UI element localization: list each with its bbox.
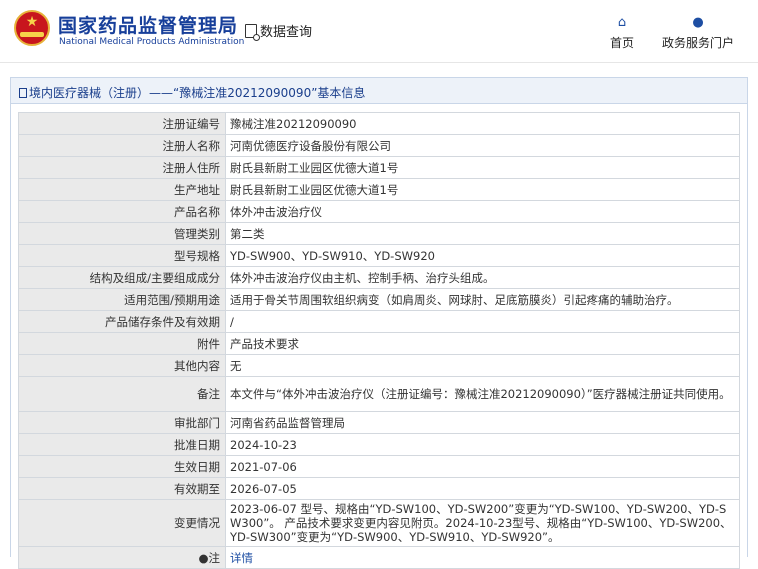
field-label: 生产地址 xyxy=(18,178,226,201)
table-row: 变更情况 2023-06-07 型号、规格由“YD-SW100、YD-SW200… xyxy=(18,499,740,547)
nav-service-portal[interactable]: ● 政务服务门户 xyxy=(660,16,736,51)
table-row: 型号规格 YD-SW900、YD-SW910、YD-SW920 xyxy=(18,244,740,267)
field-value: / xyxy=(225,310,740,333)
field-value: 体外冲击波治疗仪 xyxy=(225,200,740,223)
nav-home-label: 首页 xyxy=(609,36,634,50)
field-value: 本文件与“体外冲击波治疗仪（注册证编号：豫械注准20212090090）”医疗器… xyxy=(225,376,740,412)
field-label: 型号规格 xyxy=(18,244,226,267)
table-row: 批准日期 2024-10-23 xyxy=(18,433,740,456)
table-row: 审批部门 河南省药品监督管理局 xyxy=(18,411,740,434)
user-icon: ● xyxy=(692,15,704,30)
table-row: 其他内容 无 xyxy=(18,354,740,377)
document-icon xyxy=(19,88,27,98)
data-query-title: 数据查询 xyxy=(245,21,313,41)
table-row: 适用范围/预期用途 适用于骨关节周围软组织病变（如肩周炎、网球肘、足底筋膜炎）引… xyxy=(18,288,740,311)
field-value: 尉氏县新尉工业园区优德大道1号 xyxy=(225,156,740,179)
nav-home[interactable]: ⌂ 首页 xyxy=(606,16,638,51)
table-row: 注册人住所 尉氏县新尉工业园区优德大道1号 xyxy=(18,156,740,179)
table-row: 产品名称 体外冲击波治疗仪 xyxy=(18,200,740,223)
field-label: 其他内容 xyxy=(18,354,226,377)
panel-title: 境内医疗器械（注册）——“豫械注准20212090090”基本信息 xyxy=(19,84,365,101)
field-label: 有效期至 xyxy=(18,477,226,500)
table-row: 注册人名称 河南优德医疗设备股份有限公司 xyxy=(18,134,740,157)
table-row: 产品储存条件及有效期 / xyxy=(18,310,740,333)
table-row: 生产地址 尉氏县新尉工业园区优德大道1号 xyxy=(18,178,740,201)
table-row: 管理类别 第二类 xyxy=(18,222,740,245)
field-label: 变更情况 xyxy=(18,499,226,547)
note-label-text: 注 xyxy=(208,550,221,565)
field-value: 2026-07-05 xyxy=(225,477,740,500)
table-row: 生效日期 2021-07-06 xyxy=(18,455,740,478)
note-value: 详情 xyxy=(225,546,740,569)
lightbulb-icon: ● xyxy=(198,550,209,565)
field-value: 无 xyxy=(225,354,740,377)
field-label: 批准日期 xyxy=(18,433,226,456)
table-row: ●注 详情 xyxy=(18,546,740,569)
table-row: 备注 本文件与“体外冲击波治疗仪（注册证编号：豫械注准20212090090）”… xyxy=(18,376,740,412)
brand-name-en: National Medical Products Administration xyxy=(59,37,245,47)
field-label: 附件 xyxy=(18,332,226,355)
field-value: 豫械注准20212090090 xyxy=(225,112,740,135)
field-label: 生效日期 xyxy=(18,455,226,478)
panel-title-bar: 境内医疗器械（注册）——“豫械注准20212090090”基本信息 xyxy=(11,78,747,104)
table-row: 结构及组成/主要组成成分 体外冲击波治疗仪由主机、控制手柄、治疗头组成。 xyxy=(18,266,740,289)
header-divider xyxy=(0,62,758,63)
field-value: 2023-06-07 型号、规格由“YD-SW100、YD-SW200”变更为“… xyxy=(225,499,740,547)
data-query-label: 数据查询 xyxy=(260,25,313,40)
search-document-icon xyxy=(245,24,260,41)
field-value: 体外冲击波治疗仪由主机、控制手柄、治疗头组成。 xyxy=(225,266,740,289)
field-value: 2021-07-06 xyxy=(225,455,740,478)
brand-name-cn[interactable]: 国家药品监督管理局 xyxy=(58,11,238,38)
table-row: 有效期至 2026-07-05 xyxy=(18,477,740,500)
table-row: 注册证编号 豫械注准20212090090 xyxy=(18,112,740,135)
panel-title-text: 境内医疗器械（注册）——“豫械注准20212090090”基本信息 xyxy=(29,86,366,100)
registration-info-table: 注册证编号 豫械注准20212090090 注册人名称 河南优德医疗设备股份有限… xyxy=(18,112,740,569)
site-header: ★ 国家药品监督管理局 National Medical Products Ad… xyxy=(0,0,758,62)
field-value: 尉氏县新尉工业园区优德大道1号 xyxy=(225,178,740,201)
field-label: 注册人住所 xyxy=(18,156,226,179)
note-label: ●注 xyxy=(18,546,226,569)
field-value: 河南省药品监督管理局 xyxy=(225,411,740,434)
field-label: 管理类别 xyxy=(18,222,226,245)
field-label: 注册证编号 xyxy=(18,112,226,135)
field-value: 第二类 xyxy=(225,222,740,245)
field-label: 审批部门 xyxy=(18,411,226,434)
field-label: 产品储存条件及有效期 xyxy=(18,310,226,333)
nmpa-emblem-icon[interactable]: ★ xyxy=(14,10,50,46)
nav-portal-label: 政务服务门户 xyxy=(661,36,734,50)
field-value: YD-SW900、YD-SW910、YD-SW920 xyxy=(225,244,740,267)
home-icon: ⌂ xyxy=(617,15,627,30)
field-value: 2024-10-23 xyxy=(225,433,740,456)
table-row: 附件 产品技术要求 xyxy=(18,332,740,355)
field-label: 适用范围/预期用途 xyxy=(18,288,226,311)
detail-panel: 境内医疗器械（注册）——“豫械注准20212090090”基本信息 注册证编号 … xyxy=(10,77,748,569)
details-link[interactable]: 详情 xyxy=(230,551,253,565)
field-value: 产品技术要求 xyxy=(225,332,740,355)
field-label: 注册人名称 xyxy=(18,134,226,157)
field-label: 结构及组成/主要组成成分 xyxy=(18,266,226,289)
field-value: 适用于骨关节周围软组织病变（如肩周炎、网球肘、足底筋膜炎）引起疼痛的辅助治疗。 xyxy=(225,288,740,311)
field-value: 河南优德医疗设备股份有限公司 xyxy=(225,134,740,157)
field-label: 备注 xyxy=(18,376,226,412)
field-label: 产品名称 xyxy=(18,200,226,223)
